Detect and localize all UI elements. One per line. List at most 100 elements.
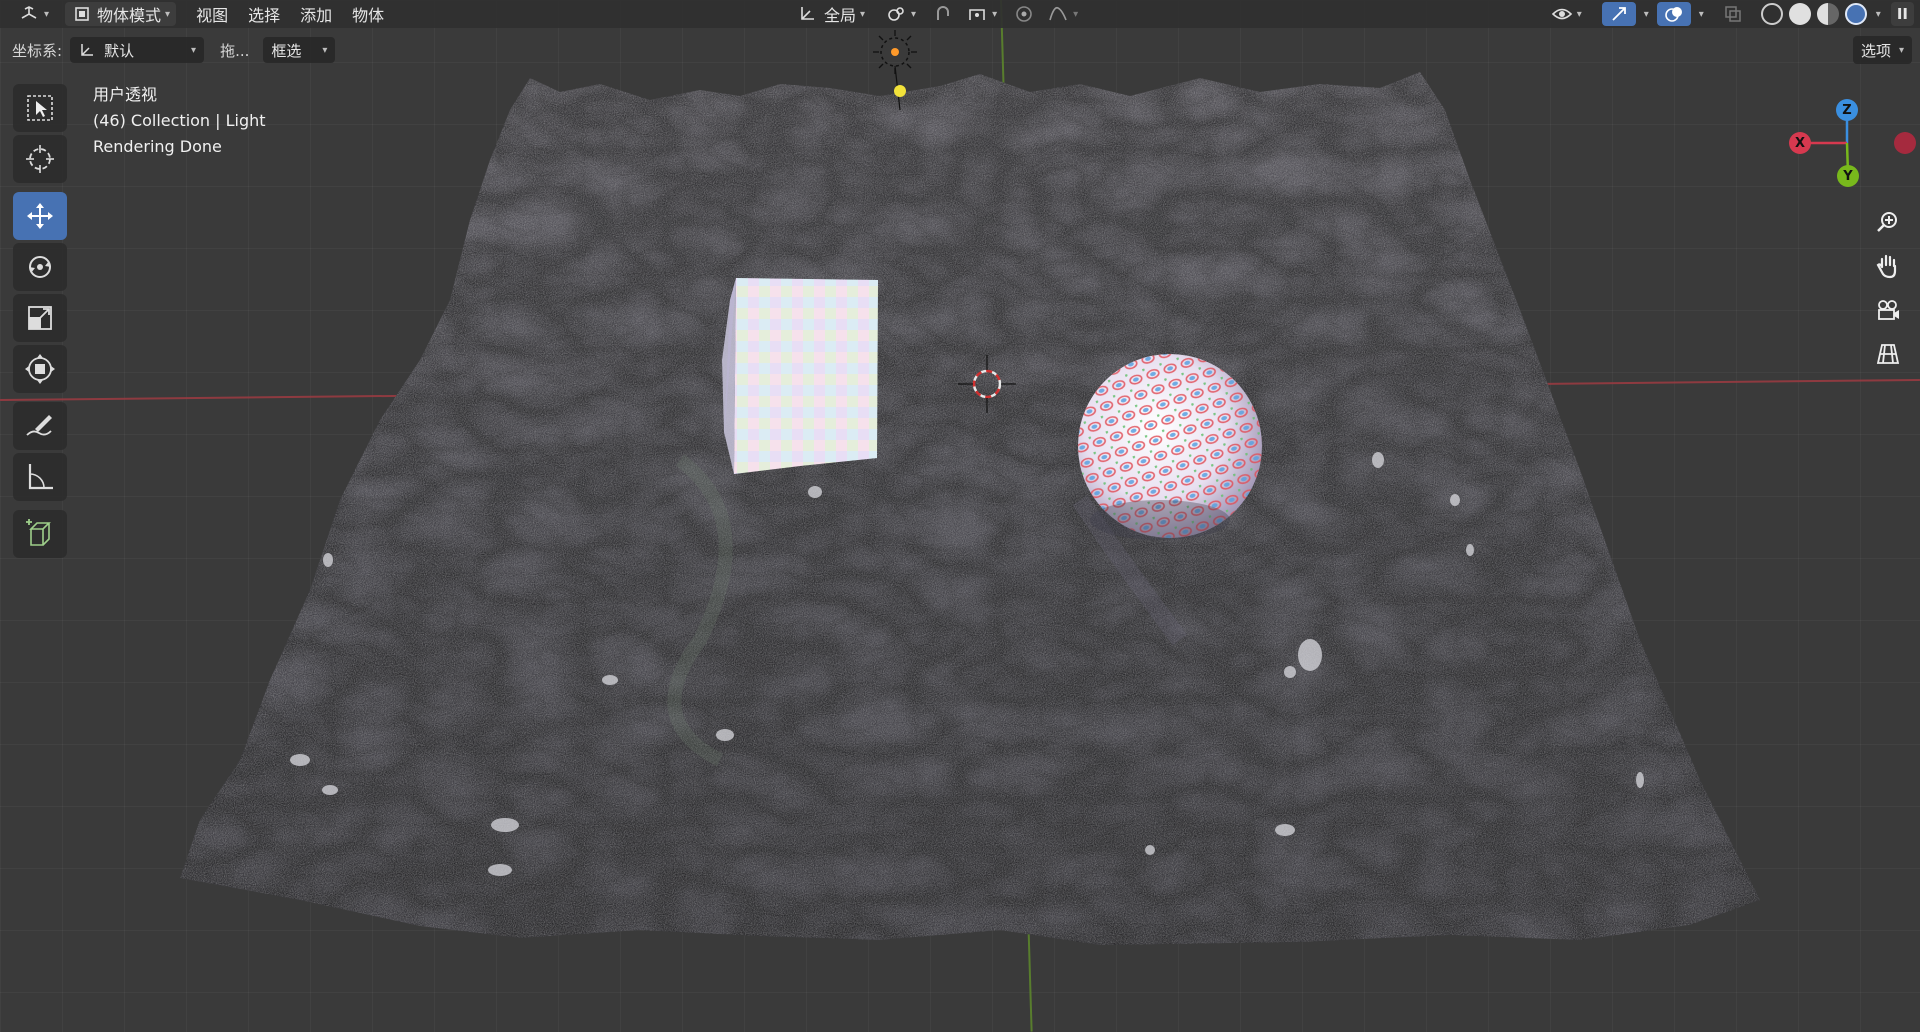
- y-label: Y: [1843, 168, 1853, 184]
- shading-rendered-button[interactable]: [1844, 3, 1867, 25]
- menu-select[interactable]: 选择: [238, 0, 290, 28]
- tool-scale[interactable]: [13, 294, 67, 342]
- orientation-axes-icon: [78, 39, 96, 61]
- xray-icon: [1722, 3, 1744, 25]
- orientation-value: 默认: [104, 41, 135, 60]
- tool-rotate[interactable]: [13, 243, 67, 291]
- ortho-toggle-button[interactable]: [1870, 336, 1906, 372]
- chevron-down-icon[interactable]: ▾: [1644, 9, 1649, 20]
- view-name: 用户透视: [93, 85, 158, 104]
- drag-label[interactable]: 拖...: [220, 40, 249, 61]
- viewport-info: 用户透视 (46) Collection | Light Rendering D…: [93, 82, 266, 160]
- orientation-dropdown[interactable]: 默认 ▾: [70, 37, 205, 63]
- move-icon: [27, 203, 53, 229]
- snap-toggle[interactable]: [926, 2, 960, 26]
- falloff-dropdown[interactable]: ▾: [1041, 2, 1084, 26]
- mode-selector[interactable]: 物体模式 ▾: [65, 2, 177, 26]
- cursor-icon: [26, 145, 54, 173]
- rotate-icon: [29, 256, 51, 278]
- gizmo-y-axis[interactable]: Y: [1837, 165, 1859, 187]
- add-cube-icon: [26, 519, 51, 546]
- shading-material-preview-button[interactable]: [1816, 3, 1839, 25]
- transform-pivot-icon: [885, 3, 907, 25]
- tool-transform[interactable]: [13, 345, 67, 393]
- snap-target-icon: [966, 3, 988, 25]
- chevron-down-icon: ▾: [322, 44, 328, 56]
- chevron-down-icon: ▾: [165, 8, 171, 20]
- chevron-down-icon: ▾: [191, 44, 197, 56]
- chevron-down-icon[interactable]: ▾: [1876, 9, 1881, 20]
- tool-move[interactable]: [13, 192, 67, 240]
- ortho-grid-icon: [1876, 344, 1900, 364]
- tool-settings-bar: 坐标系: 默认 ▾ 拖... 框选 ▾: [0, 34, 1920, 66]
- menu-add[interactable]: 添加: [290, 0, 342, 28]
- pivot-point-dropdown[interactable]: ▾: [879, 2, 922, 26]
- overlay-toggle[interactable]: [1656, 2, 1691, 26]
- orientation-label: 坐标系:: [12, 41, 63, 60]
- transform-orientation-label: 全局: [824, 6, 857, 25]
- zoom-icon: [1877, 212, 1897, 232]
- pause-render-button[interactable]: II: [1890, 2, 1914, 26]
- options-label: 选项: [1860, 41, 1891, 60]
- transform-orientation-dropdown[interactable]: 全局 ▾: [790, 2, 871, 26]
- rendered-scene: [180, 30, 1760, 945]
- shading-wireframe-button[interactable]: [1760, 3, 1783, 25]
- zoom-button[interactable]: [1870, 204, 1906, 240]
- x-label: X: [1794, 135, 1806, 151]
- menu-object[interactable]: 物体: [342, 0, 394, 28]
- z-label: Z: [1842, 102, 1852, 118]
- camera-view-icon: [1878, 300, 1899, 320]
- menu-view[interactable]: 视图: [186, 0, 238, 28]
- options-dropdown[interactable]: 选项 ▾: [1852, 36, 1912, 64]
- measure-icon: [28, 464, 53, 490]
- pan-button[interactable]: [1870, 248, 1906, 284]
- collection-line: (46) Collection | Light: [93, 111, 266, 130]
- 3d-viewport-icon: [18, 3, 40, 25]
- camera-view-button[interactable]: [1870, 292, 1906, 328]
- tool-add-cube[interactable]: [13, 510, 67, 558]
- xray-toggle[interactable]: [1716, 2, 1750, 26]
- 3d-viewport[interactable]: [0, 0, 1920, 1032]
- gizmo-z-axis[interactable]: Z: [1836, 99, 1858, 121]
- object-mode-icon: [71, 3, 93, 25]
- chevron-down-icon: ▾: [1073, 8, 1079, 20]
- gizmo-x-axis[interactable]: X: [1789, 132, 1811, 154]
- chevron-down-icon[interactable]: ▾: [1699, 9, 1704, 20]
- select-mode-dropdown[interactable]: 框选 ▾: [263, 37, 336, 63]
- chevron-down-icon: ▾: [44, 8, 50, 20]
- proportional-editing-icon: [1013, 3, 1035, 25]
- falloff-icon: [1047, 3, 1069, 25]
- select-box-icon: [27, 95, 53, 121]
- tool-select-box[interactable]: [13, 84, 67, 132]
- navigation-gizmo[interactable]: Z X Y: [1780, 96, 1920, 206]
- editor-type-button[interactable]: ▾: [12, 2, 55, 26]
- transform-icon: [25, 354, 55, 384]
- snap-target-dropdown[interactable]: ▾: [960, 2, 1003, 26]
- chevron-down-icon: ▾: [1576, 8, 1582, 20]
- orientation-axes-icon: [796, 3, 818, 25]
- visibility-icon: [1551, 3, 1573, 25]
- tool-shelf: [12, 84, 68, 561]
- chevron-down-icon: ▾: [992, 8, 998, 20]
- chevron-down-icon: ▾: [911, 8, 917, 20]
- cube-object: [722, 278, 878, 474]
- gizmo-neg-x-axis[interactable]: [1894, 132, 1916, 154]
- tool-cursor[interactable]: [13, 135, 67, 183]
- tool-measure[interactable]: [13, 453, 67, 501]
- select-mode-value: 框选: [271, 41, 302, 60]
- render-status: Rendering Done: [93, 137, 222, 156]
- chevron-down-icon: ▾: [860, 8, 866, 20]
- snap-icon: [932, 3, 954, 25]
- pause-label: II: [1896, 5, 1908, 23]
- scale-icon: [28, 306, 52, 330]
- shading-solid-button[interactable]: [1788, 3, 1811, 25]
- proportional-editing-toggle[interactable]: [1007, 2, 1041, 26]
- annotate-icon: [26, 415, 52, 436]
- gizmo-toggle[interactable]: [1601, 2, 1636, 26]
- pan-hand-icon: [1876, 254, 1897, 279]
- tool-annotate[interactable]: [13, 402, 67, 450]
- chevron-down-icon: ▾: [1898, 44, 1904, 56]
- viewport-header: ▾ 物体模式 ▾ 视图 选择 添加 物体 全局 ▾ ▾ ▾ ▾ ▾ ▾ ▾ ▾ …: [0, 0, 1920, 28]
- overlay-icon: [1663, 3, 1685, 25]
- visibility-dropdown[interactable]: ▾: [1545, 2, 1588, 26]
